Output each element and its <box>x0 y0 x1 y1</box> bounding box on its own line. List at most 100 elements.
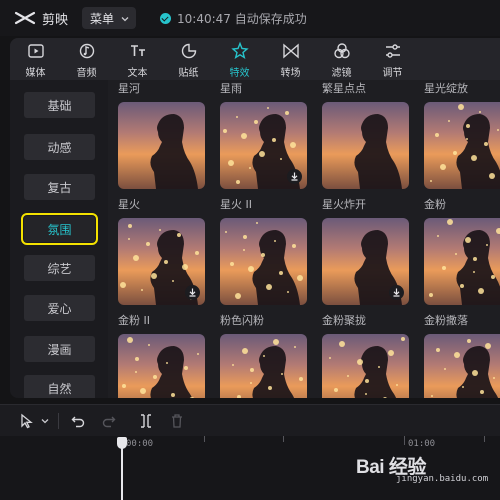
ruler-tick <box>283 436 284 442</box>
effect-card[interactable]: 星火 <box>118 196 208 308</box>
capcut-logo-icon <box>14 10 36 26</box>
chevron-down-icon <box>41 418 49 423</box>
tab-media[interactable]: 媒体 <box>10 38 61 80</box>
category-dynamic[interactable]: 动感 <box>24 134 95 160</box>
effect-card[interactable]: 粉色闪粉 <box>220 312 310 398</box>
effect-card[interactable]: 金粉聚拢 <box>322 312 412 398</box>
silhouette-image <box>429 219 500 305</box>
category-nature[interactable]: 自然 <box>24 375 95 398</box>
category-retro[interactable]: 复古 <box>24 174 95 200</box>
effect-card[interactable]: 金粉撒落 <box>424 312 500 398</box>
transition-icon <box>282 43 299 59</box>
tab-label: 音频 <box>76 68 97 79</box>
effect-name: 星雨 <box>220 82 242 95</box>
ruler-tick <box>484 436 485 442</box>
text-icon <box>130 45 145 56</box>
silhouette-image <box>150 114 198 189</box>
ruler-mark-label: 01:00 <box>408 439 436 449</box>
undo-button[interactable] <box>65 405 91 437</box>
effect-name: 星河 <box>118 82 140 95</box>
category-comic[interactable]: 漫画 <box>24 336 95 362</box>
audio-icon <box>79 43 94 59</box>
effect-thumbnail[interactable] <box>118 218 205 305</box>
effect-card[interactable]: 金粉 II <box>118 312 208 398</box>
effect-thumbnail[interactable] <box>118 102 205 189</box>
filter-icon <box>333 43 350 59</box>
effect-thumbnail[interactable] <box>322 102 409 189</box>
select-tool-dropdown[interactable] <box>38 405 52 437</box>
effect-card[interactable]: 星雨 <box>220 80 310 192</box>
tab-filter[interactable]: 滤镜 <box>316 38 367 80</box>
playhead[interactable] <box>121 438 123 500</box>
app-logo: 剪映 <box>14 9 68 28</box>
select-tool-button[interactable] <box>16 405 38 437</box>
effect-card[interactable]: 星火炸开 <box>322 196 412 308</box>
ruler-start-label: 00:00 <box>126 439 154 449</box>
asset-toolbar: 媒体 音频 文本 贴纸 特效 转场 滤镜 调节 <box>10 38 500 80</box>
effect-name: 繁星点点 <box>322 82 366 95</box>
effect-thumbnail[interactable] <box>220 334 307 398</box>
tab-audio[interactable]: 音频 <box>61 38 112 80</box>
category-variety[interactable]: 综艺 <box>24 255 95 281</box>
tab-label: 滤镜 <box>331 68 352 79</box>
check-circle-icon <box>160 12 172 24</box>
silhouette-image <box>329 337 405 398</box>
effect-thumbnail[interactable] <box>424 334 500 398</box>
effect-name: 金粉 <box>424 198 446 211</box>
effect-card[interactable]: 星河 <box>118 80 208 192</box>
watermark-url: jingyan.baidu.com <box>396 474 489 484</box>
download-icon[interactable] <box>287 169 302 184</box>
effect-card[interactable]: 金粉 <box>424 196 500 308</box>
undo-icon <box>71 416 85 427</box>
effect-name: 星光绽放 <box>424 82 468 95</box>
menu-label: 菜单 <box>90 11 115 26</box>
effect-thumbnail[interactable] <box>424 218 500 305</box>
effect-card[interactable]: 繁星点点 <box>322 80 412 192</box>
effect-thumbnail[interactable] <box>322 334 409 398</box>
effect-name: 星火炸开 <box>322 198 366 211</box>
effect-name: 粉色闪粉 <box>220 314 264 327</box>
app-window: 剪映 菜单 10:40:47 自动保存成功 媒体 音频 文本 贴纸 特效 转场 … <box>0 0 500 500</box>
effect-thumbnail[interactable] <box>220 102 307 189</box>
watermark: Bai 经验 jingyan.baidu.com <box>356 452 488 484</box>
effects-icon <box>230 41 249 60</box>
tab-label: 特效 <box>229 68 250 79</box>
cursor-icon <box>21 413 33 428</box>
effect-thumbnail[interactable] <box>322 218 409 305</box>
effect-card[interactable]: 星火 II <box>220 196 310 308</box>
tab-adjust[interactable]: 调节 <box>367 38 418 80</box>
silhouette-image <box>225 222 303 305</box>
save-status-text: 10:40:47 自动保存成功 <box>177 11 307 26</box>
download-icon[interactable] <box>389 285 404 300</box>
tab-label: 转场 <box>280 68 301 79</box>
tab-label: 文本 <box>127 68 148 79</box>
tab-text[interactable]: 文本 <box>112 38 163 80</box>
silhouette-image <box>354 114 402 189</box>
sticker-icon <box>181 43 196 59</box>
download-icon[interactable] <box>185 285 200 300</box>
tab-effects[interactable]: 特效 <box>214 38 265 80</box>
effect-card[interactable]: 星光绽放 <box>424 80 500 192</box>
menu-button[interactable]: 菜单 <box>82 7 137 29</box>
category-basic[interactable]: 基础 <box>24 92 95 118</box>
media-icon <box>27 44 44 58</box>
save-status: 10:40:47 自动保存成功 <box>160 10 307 27</box>
category-atmosphere[interactable]: 氛围 <box>21 213 98 245</box>
effect-thumbnail[interactable] <box>118 334 205 398</box>
trash-icon <box>172 413 182 428</box>
adjust-icon <box>385 44 400 58</box>
tab-label: 调节 <box>382 68 403 79</box>
tab-sticker[interactable]: 贴纸 <box>163 38 214 80</box>
effect-thumbnail[interactable] <box>220 218 307 305</box>
effect-name: 金粉聚拢 <box>322 314 366 327</box>
tab-label: 媒体 <box>25 68 46 79</box>
effects-grid: 星河 星雨 繁星点点 星光绽放星火 星火 II 星火炸开 金粉金粉 II 粉色闪粉 金粉聚拢 金粉… <box>118 80 500 398</box>
redo-button[interactable] <box>91 405 127 437</box>
category-list: 基础 动感 复古 氛围 综艺 爱心 漫画 自然 <box>10 80 108 398</box>
delete-button[interactable] <box>165 405 189 437</box>
effect-thumbnail[interactable] <box>424 102 500 189</box>
tab-transition[interactable]: 转场 <box>265 38 316 80</box>
split-button[interactable] <box>127 405 165 437</box>
category-love[interactable]: 爱心 <box>24 295 95 321</box>
app-name: 剪映 <box>42 12 69 28</box>
